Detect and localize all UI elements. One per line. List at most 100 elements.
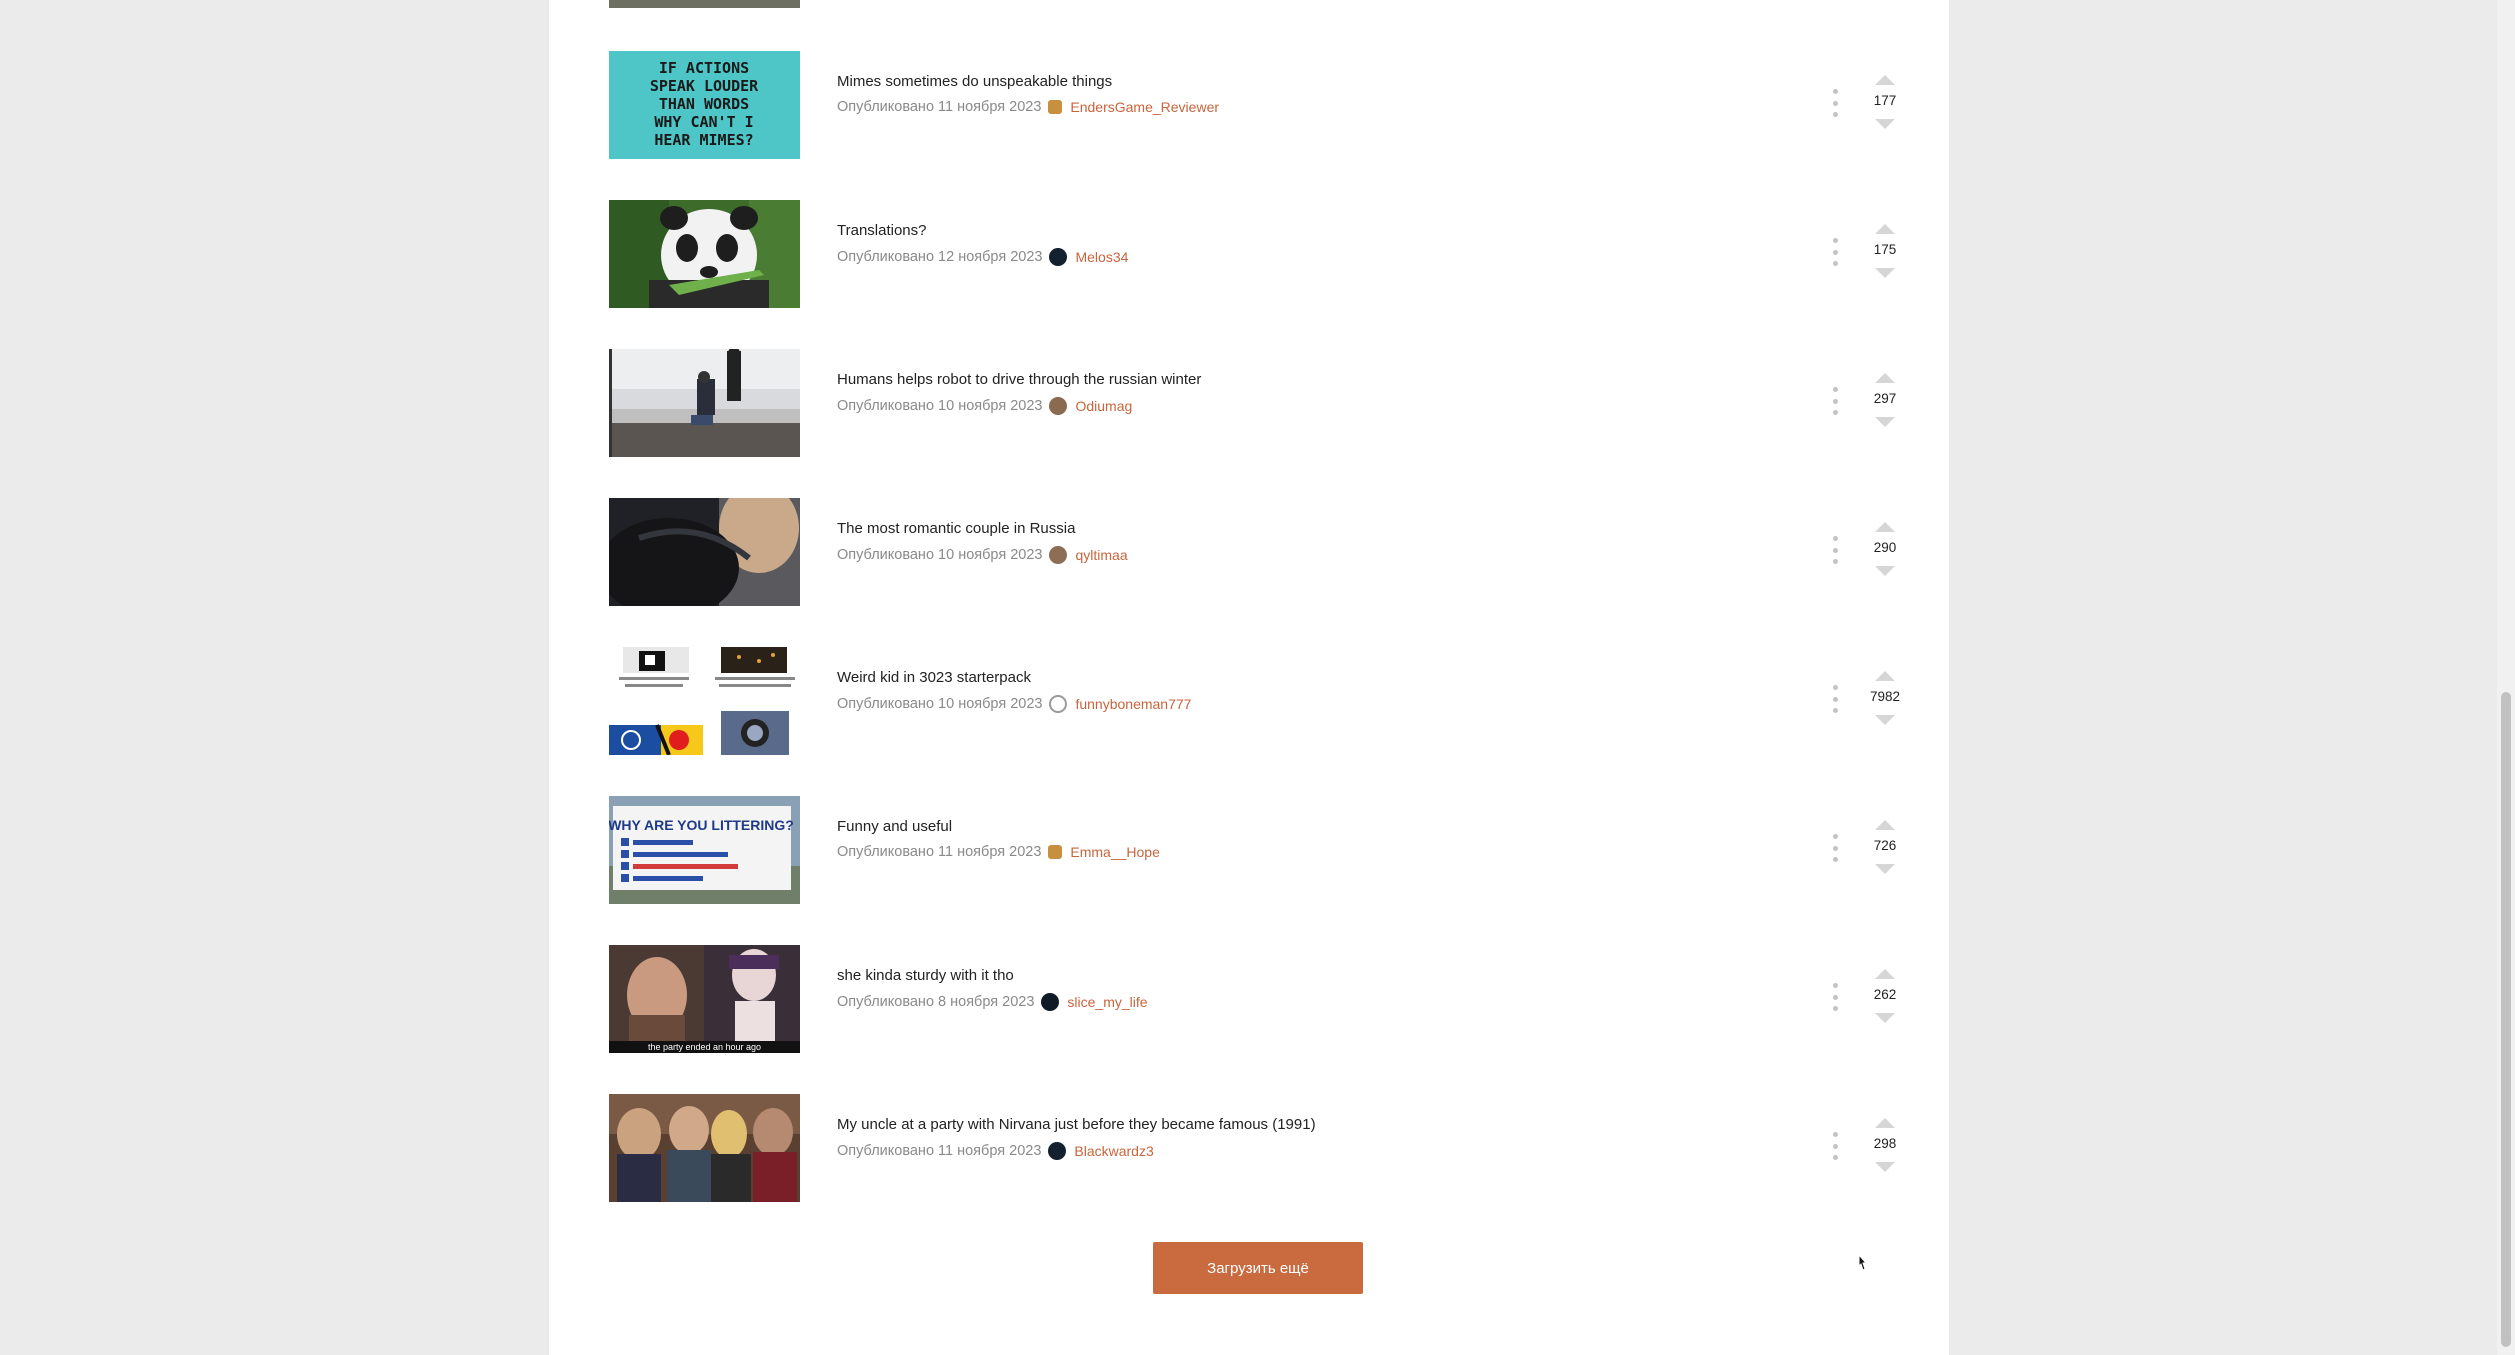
avatar[interactable] <box>1048 1142 1067 1160</box>
upvote-icon[interactable] <box>1875 820 1895 830</box>
scrollbar-thumb[interactable] <box>2501 692 2511 1347</box>
post-title[interactable]: My uncle at a party with Nirvana just be… <box>837 1116 1316 1133</box>
post-thumbnail[interactable]: IF ACTIONS SPEAK LOUDER THAN WORDS WHY C… <box>609 51 800 159</box>
upvote-icon[interactable] <box>1875 224 1895 234</box>
post-meta: Опубликовано 12 ноября 2023 Melos34 <box>837 248 1128 266</box>
vote-widget: 177 <box>1855 73 1915 135</box>
post-title[interactable]: Translations? <box>837 222 927 239</box>
downvote-icon[interactable] <box>1875 1162 1895 1172</box>
feed-panel: IF ACTIONS SPEAK LOUDER THAN WORDS WHY C… <box>549 0 1949 1355</box>
vote-widget: 298 <box>1855 1116 1915 1178</box>
more-options-icon[interactable] <box>1828 238 1842 266</box>
list-item[interactable]: WHY ARE YOU LITTERING? Funny and useful … <box>609 796 1899 906</box>
avatar[interactable] <box>1041 993 1060 1011</box>
post-author[interactable]: slice_my_life <box>1067 994 1147 1010</box>
post-author[interactable]: Emma__Hope <box>1070 844 1160 860</box>
pointer-cursor-icon <box>1858 1254 1868 1271</box>
vote-widget: 262 <box>1855 967 1915 1029</box>
avatar[interactable] <box>1048 845 1063 859</box>
upvote-icon[interactable] <box>1875 75 1895 85</box>
list-item[interactable]: Translations? Опубликовано 12 ноября 202… <box>609 200 1899 310</box>
upvote-icon[interactable] <box>1875 373 1895 383</box>
post-score: 7982 <box>1869 689 1901 704</box>
upvote-icon[interactable] <box>1875 1118 1895 1128</box>
vote-widget: 726 <box>1855 818 1915 880</box>
avatar[interactable] <box>1049 248 1068 266</box>
post-author[interactable]: Odiumag <box>1075 398 1132 414</box>
post-thumbnail[interactable] <box>609 498 800 606</box>
post-title[interactable]: The most romantic couple in Russia <box>837 520 1075 537</box>
post-meta: Опубликовано 10 ноября 2023 Odiumag <box>837 397 1132 415</box>
post-meta: Опубликовано 11 ноября 2023 EndersGame_R… <box>837 99 1219 115</box>
post-date: Опубликовано 10 ноября 2023 <box>837 398 1043 414</box>
list-item[interactable] <box>609 0 1899 10</box>
more-options-icon[interactable] <box>1828 983 1842 1011</box>
post-thumbnail[interactable]: the party ended an hour ago <box>609 945 800 1053</box>
more-options-icon[interactable] <box>1828 387 1842 415</box>
avatar[interactable] <box>1048 100 1063 114</box>
svg-text:IF ACTIONS: IF ACTIONS <box>659 59 749 77</box>
downvote-icon[interactable] <box>1875 268 1895 278</box>
avatar[interactable] <box>1049 397 1068 415</box>
post-date: Опубликовано 8 ноября 2023 <box>837 994 1035 1010</box>
downvote-icon[interactable] <box>1875 1013 1895 1023</box>
vote-widget: 175 <box>1855 222 1915 284</box>
post-score: 297 <box>1873 391 1897 406</box>
post-thumbnail[interactable] <box>609 1094 800 1202</box>
list-item[interactable]: the party ended an hour ago she kinda st… <box>609 945 1899 1055</box>
list-item[interactable]: The most romantic couple in Russia Опубл… <box>609 498 1899 608</box>
post-author[interactable]: Melos34 <box>1075 249 1128 265</box>
avatar[interactable] <box>1049 695 1068 713</box>
post-thumbnail[interactable] <box>609 0 800 8</box>
post-author[interactable]: qyltimaa <box>1075 547 1127 563</box>
post-thumbnail[interactable] <box>609 200 800 308</box>
post-thumbnail[interactable]: WHY ARE YOU LITTERING? <box>609 796 800 904</box>
avatar[interactable] <box>1049 546 1068 564</box>
post-title[interactable]: Humans helps robot to drive through the … <box>837 371 1201 388</box>
list-item[interactable]: IF ACTIONS SPEAK LOUDER THAN WORDS WHY C… <box>609 51 1899 161</box>
downvote-icon[interactable] <box>1875 417 1895 427</box>
upvote-icon[interactable] <box>1875 969 1895 979</box>
post-title[interactable]: Weird kid in 3023 starterpack <box>837 669 1031 686</box>
post-score: 175 <box>1873 242 1897 257</box>
post-author[interactable]: Blackwardz3 <box>1074 1143 1153 1159</box>
downvote-icon[interactable] <box>1875 119 1895 129</box>
post-author[interactable]: funnyboneman777 <box>1075 696 1191 712</box>
post-meta: Опубликовано 10 ноября 2023 qyltimaa <box>837 546 1128 564</box>
svg-text:WHY CAN'T I: WHY CAN'T I <box>654 113 753 131</box>
list-item[interactable]: Humans helps robot to drive through the … <box>609 349 1899 459</box>
downvote-icon[interactable] <box>1875 864 1895 874</box>
post-date: Опубликовано 11 ноября 2023 <box>837 1143 1042 1159</box>
load-more-button[interactable]: Загрузить ещё <box>1153 1242 1363 1294</box>
vote-widget: 7982 <box>1855 669 1915 731</box>
more-options-icon[interactable] <box>1828 834 1842 862</box>
svg-text:WHY ARE YOU LITTERING?: WHY ARE YOU LITTERING? <box>609 817 794 833</box>
post-score: 726 <box>1873 838 1897 853</box>
post-meta: Опубликовано 11 ноября 2023 Emma__Hope <box>837 844 1160 860</box>
upvote-icon[interactable] <box>1875 671 1895 681</box>
more-options-icon[interactable] <box>1828 1132 1842 1160</box>
post-author[interactable]: EndersGame_Reviewer <box>1070 99 1219 115</box>
more-options-icon[interactable] <box>1828 685 1842 713</box>
page-scrollbar[interactable] <box>2497 0 2515 1355</box>
post-title[interactable]: Funny and useful <box>837 818 952 835</box>
downvote-icon[interactable] <box>1875 715 1895 725</box>
post-score: 290 <box>1873 540 1897 555</box>
post-title[interactable]: Mimes sometimes do unspeakable things <box>837 73 1112 90</box>
more-options-icon[interactable] <box>1828 536 1842 564</box>
post-date: Опубликовано 10 ноября 2023 <box>837 696 1043 712</box>
upvote-icon[interactable] <box>1875 522 1895 532</box>
post-title[interactable]: she kinda sturdy with it tho <box>837 967 1014 984</box>
post-date: Опубликовано 11 ноября 2023 <box>837 844 1042 860</box>
more-options-icon[interactable] <box>1828 89 1842 117</box>
vote-widget: 290 <box>1855 520 1915 582</box>
post-meta: Опубликовано 10 ноября 2023 funnyboneman… <box>837 695 1191 713</box>
list-item[interactable]: My uncle at a party with Nirvana just be… <box>609 1094 1899 1204</box>
post-thumbnail[interactable] <box>609 647 800 755</box>
post-score: 177 <box>1873 93 1897 108</box>
post-score: 298 <box>1873 1136 1897 1151</box>
post-date: Опубликовано 12 ноября 2023 <box>837 249 1043 265</box>
downvote-icon[interactable] <box>1875 566 1895 576</box>
list-item[interactable]: Weird kid in 3023 starterpack Опубликова… <box>609 647 1900 757</box>
post-thumbnail[interactable] <box>609 349 800 457</box>
